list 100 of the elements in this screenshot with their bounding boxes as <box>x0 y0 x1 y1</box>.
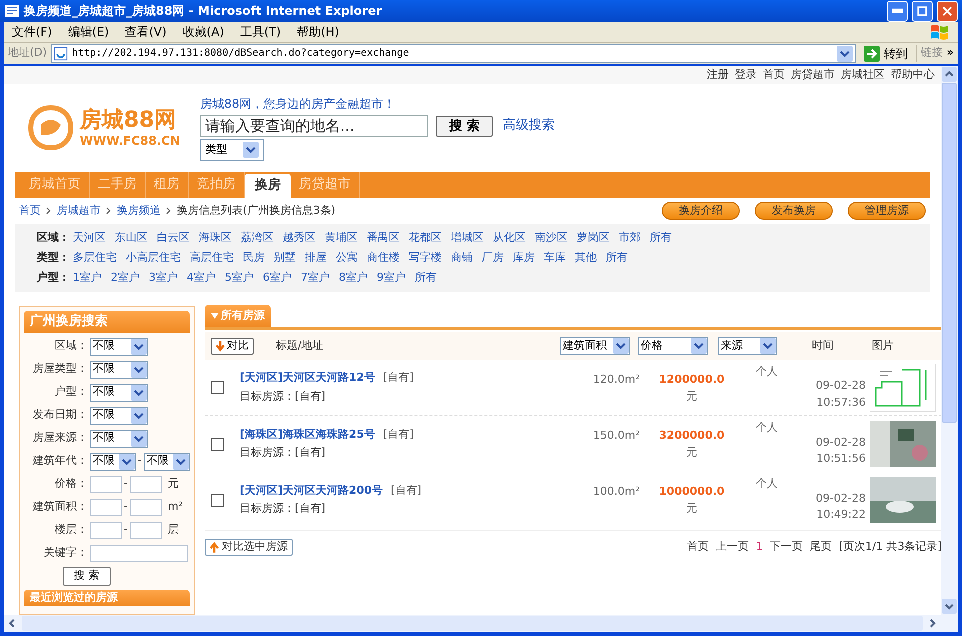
sort-select[interactable]: 建筑面积 <box>560 337 630 355</box>
menu-item[interactable]: 编辑(E) <box>68 23 110 41</box>
top-link[interactable]: 登录 <box>735 66 757 84</box>
menu-item[interactable]: 工具(T) <box>240 23 282 41</box>
select-field[interactable]: 不限 <box>90 360 148 378</box>
filter-link[interactable]: 商铺 <box>451 250 473 266</box>
top-link[interactable]: 房城社区 <box>841 66 885 84</box>
action-button[interactable]: 发布换房 <box>755 202 833 220</box>
horizontal-scrollbar[interactable] <box>4 615 958 632</box>
top-link[interactable]: 房贷超市 <box>791 66 835 84</box>
filter-link[interactable]: 7室户 <box>301 270 330 286</box>
filter-link[interactable]: 天河区 <box>73 230 106 246</box>
filter-link[interactable]: 别墅 <box>274 250 296 266</box>
filter-link[interactable]: 高层住宅 <box>190 250 234 266</box>
pagination-link[interactable]: 1 <box>756 539 764 556</box>
filter-link[interactable]: 库房 <box>513 250 535 266</box>
filter-link[interactable]: 越秀区 <box>283 230 316 246</box>
filter-link[interactable]: 萝岗区 <box>577 230 610 246</box>
min-input-field[interactable] <box>90 476 122 493</box>
select-field[interactable]: 不限 <box>90 338 148 356</box>
filter-link[interactable]: 9室户 <box>377 270 406 286</box>
filter-link[interactable]: 市郊 <box>619 230 641 246</box>
breadcrumb-link[interactable]: 房城超市 <box>57 202 101 220</box>
filter-link[interactable]: 1室户 <box>73 270 102 286</box>
filter-link[interactable]: 5室户 <box>225 270 254 286</box>
vertical-scrollbar[interactable] <box>941 66 958 615</box>
breadcrumb-link[interactable]: 换房频道 <box>117 202 161 220</box>
filter-link[interactable]: 增城区 <box>451 230 484 246</box>
max-input-field[interactable] <box>130 499 162 516</box>
menu-item[interactable]: 帮助(H) <box>297 23 340 41</box>
filter-link[interactable]: 车库 <box>544 250 566 266</box>
filter-link[interactable]: 所有 <box>650 230 672 246</box>
search-button[interactable]: 搜 索 <box>63 567 111 586</box>
keyword-field[interactable] <box>90 545 188 562</box>
filter-link[interactable]: 6室户 <box>263 270 292 286</box>
filter-link[interactable]: 从化区 <box>493 230 526 246</box>
filter-link[interactable]: 南沙区 <box>535 230 568 246</box>
filter-link[interactable]: 小高层住宅 <box>126 250 181 266</box>
search-field[interactable]: 请输入要查询的地名... <box>200 115 428 137</box>
action-button[interactable]: 换房介绍 <box>662 202 740 220</box>
select-field[interactable]: 不限 <box>90 384 148 402</box>
pagination-link[interactable]: 上一页 <box>716 539 750 556</box>
listing-title-link[interactable]: [天河区]天河区天河路12号 <box>240 370 376 386</box>
min-input-field[interactable] <box>90 499 122 516</box>
filter-link[interactable]: 所有 <box>606 250 628 266</box>
filter-link[interactable]: 所有 <box>415 270 437 286</box>
compare-button[interactable]: 对比 <box>210 338 254 354</box>
filter-link[interactable]: 海珠区 <box>199 230 232 246</box>
compare-selected-button[interactable]: 对比选中房源 <box>204 539 293 556</box>
min-input-field[interactable] <box>90 522 122 539</box>
menu-item[interactable]: 查看(V) <box>125 23 167 41</box>
close-button[interactable] <box>937 0 958 22</box>
filter-link[interactable]: 3室户 <box>149 270 178 286</box>
menu-item[interactable]: 文件(F) <box>12 23 52 41</box>
sort-select[interactable]: 来源 <box>718 337 777 355</box>
filter-link[interactable]: 商住楼 <box>367 250 400 266</box>
top-link[interactable]: 帮助中心 <box>891 66 935 84</box>
pagination-link[interactable]: 尾页 <box>810 539 832 556</box>
nav-tab[interactable]: 换房 <box>245 174 291 198</box>
filter-link[interactable]: 厂房 <box>482 250 504 266</box>
menu-item[interactable]: 收藏(A) <box>182 23 224 41</box>
max-input-field[interactable] <box>130 522 162 539</box>
select-field[interactable]: 不限 <box>90 406 148 424</box>
filter-link[interactable]: 东山区 <box>115 230 148 246</box>
sort-select[interactable]: 价格 <box>638 337 708 355</box>
maximize-button[interactable] <box>912 0 933 22</box>
filter-link[interactable]: 多层住宅 <box>73 250 117 266</box>
search-button[interactable]: 搜 索 <box>436 116 493 136</box>
chevron-button[interactable]: » <box>946 45 954 62</box>
filter-link[interactable]: 黄埔区 <box>325 230 358 246</box>
filter-link[interactable]: 公寓 <box>336 250 358 266</box>
filter-link[interactable]: 排屋 <box>305 250 327 266</box>
top-link[interactable]: 注册 <box>707 66 729 84</box>
filter-link[interactable]: 2室户 <box>111 270 140 286</box>
filter-link[interactable]: 写字楼 <box>409 250 442 266</box>
top-link[interactable]: 首页 <box>763 66 785 84</box>
pagination-link[interactable]: 下一页 <box>770 539 804 556</box>
listing-title-link[interactable]: [天河区]天河区天河路200号 <box>240 482 384 499</box>
listing-title-link[interactable]: [海珠区]海珠区海珠路25号 <box>240 426 376 443</box>
go-button[interactable]: 转到 <box>860 44 912 62</box>
advanced-search-link[interactable]: 高级搜索 <box>502 116 555 136</box>
type-select[interactable]: 类型 <box>200 139 264 161</box>
filter-link[interactable]: 番禺区 <box>367 230 400 246</box>
select-field[interactable]: 不限 <box>90 452 136 470</box>
max-input-field[interactable] <box>130 476 162 493</box>
checkbox[interactable] <box>210 438 224 450</box>
filter-link[interactable]: 8室户 <box>339 270 368 286</box>
filter-link[interactable]: 4室户 <box>187 270 216 286</box>
minimize-button[interactable] <box>887 0 908 22</box>
breadcrumb-link[interactable]: 首页 <box>19 202 41 220</box>
filter-link[interactable]: 民房 <box>243 250 265 266</box>
checkbox[interactable] <box>210 381 224 394</box>
pagination-link[interactable]: 首页 <box>687 539 710 556</box>
filter-link[interactable]: 白云区 <box>157 230 190 246</box>
filter-link[interactable]: 荔湾区 <box>241 230 274 246</box>
select-field[interactable]: 不限 <box>144 452 190 470</box>
address-field[interactable]: http://202.194.97.131:8080/dBSearch.do?category=exchange <box>51 44 856 63</box>
filter-link[interactable]: 其他 <box>575 250 597 266</box>
checkbox[interactable] <box>210 494 224 506</box>
filter-link[interactable]: 花都区 <box>409 230 442 246</box>
